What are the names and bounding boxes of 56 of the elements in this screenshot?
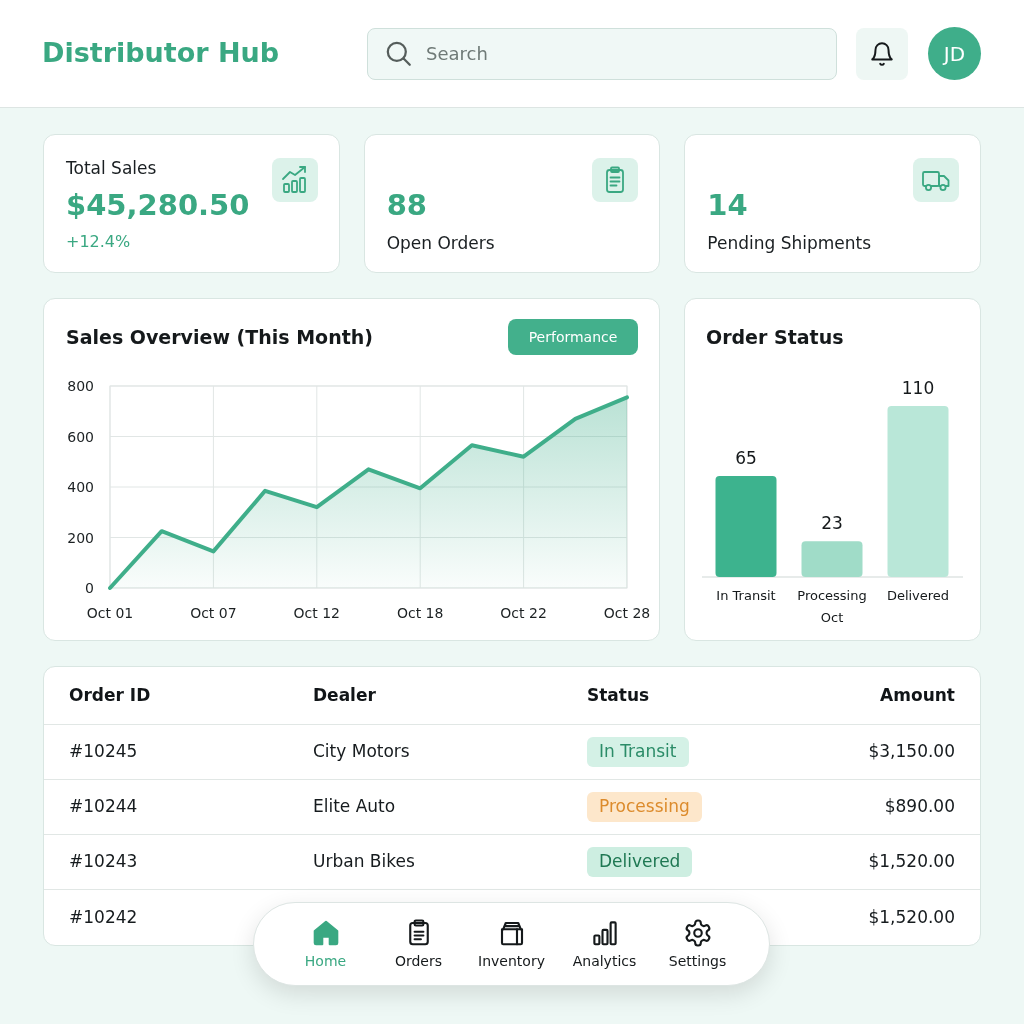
- column-header: Amount: [880, 683, 955, 707]
- x-tick-label: Oct 18: [396, 605, 444, 621]
- chart-up-icon: [271, 158, 318, 202]
- stat-value: $45,280.50: [66, 187, 250, 224]
- column-header: Dealer: [313, 683, 376, 707]
- column-header: Order ID: [69, 683, 151, 707]
- search-field[interactable]: Search: [367, 27, 837, 80]
- truck-icon: [913, 158, 959, 202]
- clipboard-icon: [592, 158, 639, 202]
- x-tick-label: Oct 07: [190, 605, 237, 621]
- x-tick-label: Oct 01: [86, 605, 134, 621]
- nav-item[interactable]: Settings: [651, 918, 744, 970]
- table-cell-text: Elite Auto: [313, 795, 396, 819]
- table-cell-text: $1,520.00: [868, 905, 955, 929]
- bar-category-label: In Transit: [716, 588, 776, 603]
- bar-value-label: 110: [901, 378, 935, 398]
- y-tick-label: 0: [85, 580, 94, 596]
- column-header: Status: [587, 683, 650, 707]
- stat-label: Total Sales: [66, 157, 157, 180]
- x-tick-label: Oct 28: [603, 605, 651, 621]
- nav-item[interactable]: Analytics: [558, 918, 651, 970]
- status-badge: In Transit: [587, 737, 689, 767]
- app-title: Distributor Hub: [42, 36, 280, 71]
- table-cell-text: $890.00: [884, 795, 955, 819]
- bar-category-label: Processing Oct: [797, 588, 867, 625]
- bar-value-label: 65: [735, 447, 757, 468]
- table-cell-text: #10243: [69, 850, 138, 874]
- status-badge: Delivered: [587, 847, 693, 877]
- y-tick-label: 200: [67, 529, 94, 546]
- table-cell-text: Urban Bikes: [313, 850, 415, 874]
- bell-icon: [869, 40, 895, 67]
- search-icon: [385, 40, 412, 67]
- table-cell-text: City Motors: [313, 740, 410, 764]
- stat-value: 14: [707, 187, 748, 224]
- chart-title: Sales Overview (This Month): [66, 324, 373, 350]
- table-cell-text: #10244: [69, 795, 138, 819]
- chart-title: Order Status: [706, 324, 844, 350]
- x-tick-label: Oct 12: [293, 605, 341, 621]
- table-cell-text: $1,520.00: [868, 850, 955, 874]
- bar-value-label: 23: [821, 513, 843, 534]
- y-tick-label: 400: [67, 479, 94, 495]
- nav-item[interactable]: Orders: [372, 918, 465, 970]
- table-cell-text: #10245: [69, 740, 138, 764]
- status-badge: Processing: [587, 792, 702, 822]
- table-cell-text: #10242: [69, 905, 138, 929]
- notifications-button[interactable]: [856, 27, 908, 80]
- bar-category-label: Delivered: [886, 588, 950, 603]
- stat-label: Pending Shipments: [707, 232, 872, 255]
- stat-label: Open Orders: [386, 232, 495, 255]
- table-cell-text: $3,150.00: [868, 740, 955, 764]
- x-tick-label: Oct 22: [500, 605, 547, 621]
- stat-value: 88: [386, 187, 427, 224]
- nav-item[interactable]: Inventory: [465, 918, 558, 970]
- y-tick-label: 800: [67, 378, 94, 394]
- y-tick-label: 600: [67, 428, 94, 445]
- change-text: +12.4%: [66, 231, 131, 253]
